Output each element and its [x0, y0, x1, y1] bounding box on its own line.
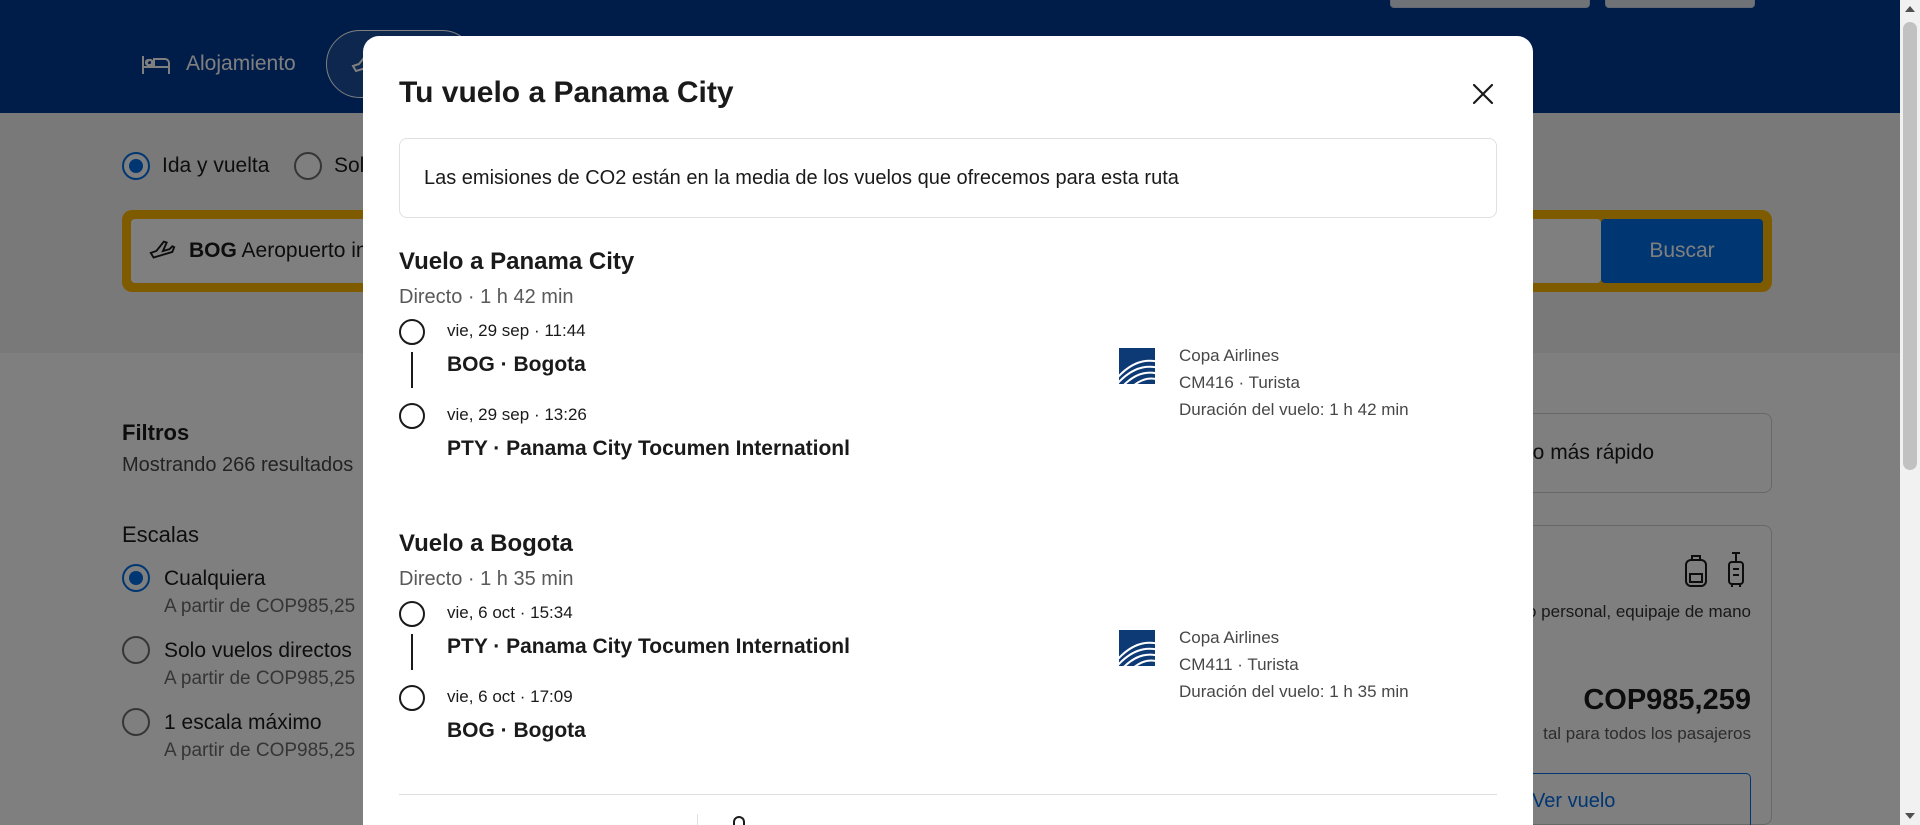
flight-duration: Duración del vuelo: 1 h 42 min — [1179, 400, 1409, 419]
scroll-thumb[interactable] — [1903, 22, 1917, 470]
close-icon — [1472, 83, 1494, 105]
stop-place: BOG · Bogota — [447, 353, 586, 376]
stop-time: vie, 29 sep · 13:26 — [447, 405, 587, 424]
copa-airlines-logo — [1119, 348, 1155, 384]
co2-notice: Las emisiones de CO2 están en la media d… — [399, 138, 1497, 218]
timeline-line — [411, 352, 413, 388]
copa-airlines-logo — [1119, 630, 1155, 666]
flight-leg-return: Vuelo a Bogota Directo · 1 h 35 min vie,… — [399, 530, 1497, 770]
flight-number: CM411 · Turista — [1179, 655, 1299, 674]
scroll-down-arrow[interactable] — [1905, 813, 1915, 819]
stop-place: BOG · Bogota — [447, 719, 586, 742]
stop-marker — [399, 685, 425, 711]
page-scrollbar[interactable] — [1900, 0, 1920, 825]
stop-marker — [399, 403, 425, 429]
stop-place: PTY · Panama City Tocumen Internationl — [447, 635, 850, 658]
stop-time: vie, 29 sep · 11:44 — [447, 321, 586, 340]
leg-summary: Directo · 1 h 35 min — [399, 568, 574, 590]
scroll-up-arrow[interactable] — [1905, 6, 1915, 12]
leg-title: Vuelo a Bogota — [399, 530, 573, 557]
flight-details-modal: Tu vuelo a Panama City Las emisiones de … — [363, 36, 1533, 825]
stop-marker — [399, 319, 425, 345]
flight-leg-outbound: Vuelo a Panama City Directo · 1 h 42 min… — [399, 248, 1497, 488]
leg-summary: Directo · 1 h 42 min — [399, 286, 574, 308]
stop-time: vie, 6 oct · 17:09 — [447, 687, 573, 706]
stop-place: PTY · Panama City Tocumen Internationl — [447, 437, 850, 460]
stop-time: vie, 6 oct · 15:34 — [447, 603, 573, 622]
modal-divider — [399, 794, 1497, 795]
flight-duration: Duración del vuelo: 1 h 35 min — [1179, 682, 1409, 701]
airline-details: Copa Airlines CM416 · Turista Duración d… — [1179, 342, 1409, 423]
timeline-line — [411, 634, 413, 670]
close-button[interactable] — [1463, 74, 1503, 114]
flight-number: CM416 · Turista — [1179, 373, 1300, 392]
leg-title: Vuelo a Panama City — [399, 248, 635, 275]
footer-icon-partial — [733, 816, 745, 825]
airline-details: Copa Airlines CM411 · Turista Duración d… — [1179, 624, 1409, 705]
airline-name: Copa Airlines — [1179, 628, 1280, 647]
modal-title: Tu vuelo a Panama City — [399, 76, 734, 109]
modal-footer-separator — [697, 814, 698, 825]
stop-marker — [399, 601, 425, 627]
airline-name: Copa Airlines — [1179, 346, 1280, 365]
